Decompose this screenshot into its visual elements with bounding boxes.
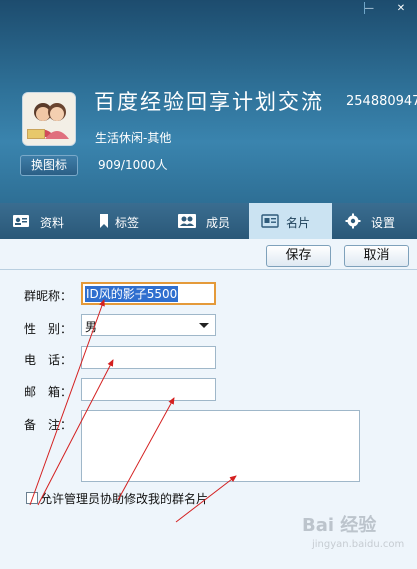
note-label: 备 注：	[24, 418, 73, 432]
business-card-icon	[261, 214, 279, 228]
gender-value: 男	[85, 320, 98, 334]
minimize-button[interactable]: —	[353, 0, 385, 18]
nickname-label: 群昵称：	[24, 289, 73, 303]
gear-icon	[345, 213, 361, 229]
gender-select[interactable]: 男	[81, 314, 216, 336]
cancel-button[interactable]: 取消	[344, 245, 409, 267]
phone-field[interactable]	[81, 346, 216, 369]
tab-tags[interactable]: 标签	[83, 203, 166, 239]
gender-label: 性 别：	[24, 322, 73, 336]
tab-label: 标签	[115, 216, 140, 230]
allow-admin-edit-checkbox[interactable]	[26, 492, 38, 504]
tab-bar: 资料 标签 成员 名片 设置	[0, 203, 417, 239]
toolbar-divider	[0, 269, 417, 270]
chevron-down-icon	[199, 323, 209, 328]
group-name: 百度经验回享计划交流	[94, 90, 324, 114]
profile-card-icon	[13, 215, 29, 227]
nickname-value: ID风的影子5500	[85, 286, 179, 302]
tab-label: 名片	[286, 216, 311, 230]
tab-label: 资料	[40, 216, 65, 230]
tab-members[interactable]: 成员	[166, 203, 249, 239]
change-icon-button[interactable]: 换图标	[20, 155, 78, 176]
email-field[interactable]	[81, 378, 216, 401]
bookmark-icon	[100, 214, 108, 228]
phone-label: 电 话：	[24, 353, 73, 367]
group-avatar[interactable]	[22, 92, 76, 146]
tab-business-card[interactable]: 名片	[249, 203, 332, 239]
group-people-icon	[23, 93, 75, 145]
tab-settings[interactable]: 设置	[332, 203, 415, 239]
group-category: 生活休闲-其他	[95, 131, 172, 145]
group-member-count: 909/1000人	[98, 158, 168, 172]
group-header: — ✕ 换图标 百度经验回享计划交流 254880947 生活休闲-其他 909…	[0, 0, 417, 203]
nickname-field[interactable]: ID风的影子5500	[81, 282, 216, 305]
window-controls: — ✕	[353, 0, 417, 18]
members-icon	[178, 214, 196, 228]
window-controls-divider	[364, 2, 365, 14]
baidu-watermark: Bai 经验	[302, 515, 377, 536]
email-label: 邮 箱：	[24, 385, 73, 399]
allow-admin-edit-label[interactable]: 允许管理员协助修改我的群名片	[40, 490, 208, 507]
group-id: 254880947	[346, 94, 417, 109]
baidu-watermark-url: jingyan.baidu.com	[312, 539, 405, 550]
tab-profile[interactable]: 资料	[0, 203, 83, 239]
business-card-panel: 保存 取消 群昵称： ID风的影子5500 性 别： 男 电 话： 邮 箱： 备…	[0, 239, 417, 569]
note-textarea[interactable]	[81, 410, 360, 482]
close-button[interactable]: ✕	[385, 0, 417, 18]
tab-label: 设置	[371, 216, 396, 230]
save-button[interactable]: 保存	[266, 245, 331, 267]
tab-label: 成员	[206, 216, 231, 230]
